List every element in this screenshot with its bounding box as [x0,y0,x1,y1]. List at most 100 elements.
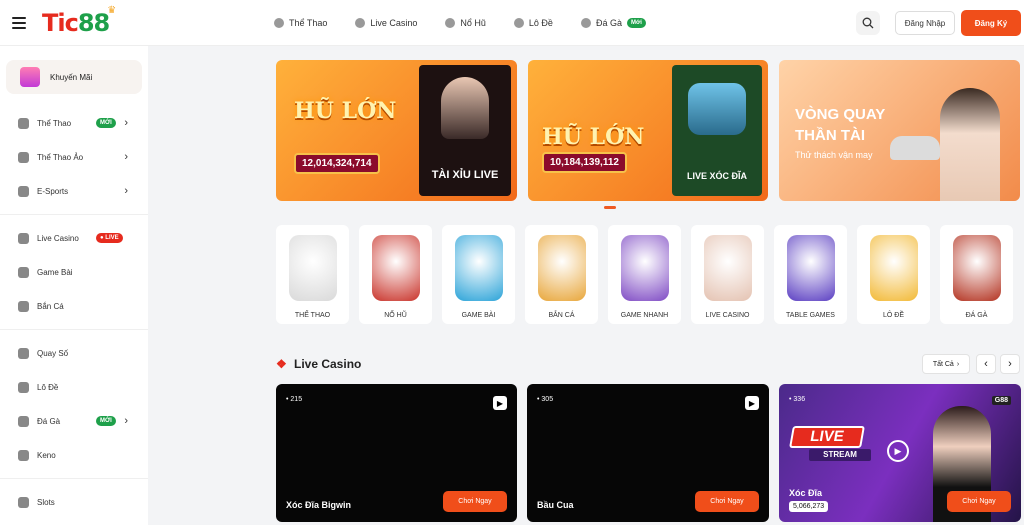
banner-title-line2: THẦN TÀI [795,127,865,144]
nav-label: Lô Đề [528,18,553,28]
category-tile[interactable]: ĐÁ GÀ [940,225,1013,324]
category-label: LÔ ĐỀ [882,312,904,319]
nav-label: Live Casino [370,18,418,28]
category-label: GAME NHANH [620,312,669,319]
login-button[interactable]: Đăng Nhập [895,11,955,35]
category-label: BẮN CÁ [548,312,575,319]
site-logo[interactable]: Tic88 ♛ [42,5,116,37]
category-tile[interactable]: BẮN CÁ [525,225,598,324]
sidebar-group-lottery: Quay Số Lô Đề Đá Gà MỚI › Keno [0,330,148,479]
player-count-value: 336 [793,396,806,403]
nav-item-the-thao[interactable]: Thể Thao [274,18,327,28]
cards-icon [355,18,366,28]
play-now-button[interactable]: Chơi Ngay [443,491,507,512]
stream-logo-text: STREAM [809,449,871,461]
jackpot-banner-xoc-dia[interactable]: HŨ LỚN 10,184,139,112 LIVE XÓC ĐĨA [528,60,768,201]
gift-icon [20,67,40,87]
sidebar-group-slots: Slots [0,479,148,525]
sidebar: Khuyến Mãi Thể Thao MỚI › Thể Thao Ảo › E-S… [0,46,148,525]
banner-title-line1: VÒNG QUAY [795,106,886,123]
top-nav: Thể Thao Live Casino Nổ Hũ Lô Đề Đá Gà Mớ… [274,0,674,46]
sidebar-item-da-ga[interactable]: Đá Gà MỚI › [0,404,148,438]
search-button[interactable] [856,11,880,35]
nav-item-da-ga[interactable]: Đá Gà Mới [580,18,646,28]
chevron-right-icon: › [1008,358,1012,370]
sidebar-item-ban-ca[interactable]: Bắn Cá [0,289,148,323]
category-image [953,235,1001,301]
chevron-right-icon: › [124,415,128,427]
card-game-icon [18,266,29,278]
promo-label: Khuyến Mãi [50,72,93,82]
category-tile[interactable]: GAME NHANH [608,225,681,324]
category-tile[interactable]: NỔ HŨ [359,225,432,324]
category-tile[interactable]: THỂ THAO [276,225,349,324]
sidebar-item-the-thao[interactable]: Thể Thao MỚI › [0,106,148,140]
game-name: Bầu Cua [537,500,574,510]
player-count: • 305 [537,396,554,403]
live-game-card[interactable]: • 305 ▶ Bầu Cua Chơi Ngay [527,384,769,522]
play-now-button[interactable]: Chơi Ngay [947,491,1011,512]
sidebar-item-keno[interactable]: Keno [0,438,148,472]
category-image [870,235,918,301]
lottery-ball-icon [18,347,29,359]
sidebar-item-lo-de[interactable]: Lô Đề [0,370,148,404]
banner-game-tile: TÀI XỈU LIVE [419,65,511,196]
nav-label: Nổ Hũ [460,18,486,28]
keno-icon [18,449,29,461]
banner-title: HŨ LỚN [542,124,645,150]
carousel-prev-button[interactable]: ‹ [976,354,996,374]
category-label: NỔ HŨ [384,312,407,319]
nav-label: Đá Gà [595,18,622,28]
nav-item-live-casino[interactable]: Live Casino [355,18,417,28]
sidebar-item-label: Thể Thao Ảo [37,152,84,162]
dealer-image [441,77,489,139]
sidebar-item-label: Quay Số [37,348,69,358]
video-play-icon[interactable]: ▶ [493,396,507,410]
chevron-left-icon: ‹ [984,358,988,370]
lottery-icon [18,381,29,393]
register-button[interactable]: Đăng Ký [961,10,1021,36]
live-game-card[interactable]: • 215 ▶ Xóc Đĩa Bigwin Chơi Ngay [276,384,517,522]
see-all-button[interactable]: Tất Cả › [922,354,970,374]
carousel-indicator[interactable] [604,206,616,209]
category-label: THỂ THAO [294,312,331,319]
sidebar-promo[interactable]: Khuyến Mãi [6,60,142,94]
lucky-wheel-banner[interactable]: VÒNG QUAY THẦN TÀI Thử thách vận may [779,60,1020,201]
car-image [890,136,940,160]
carousel-next-button[interactable]: › [1000,354,1020,374]
sidebar-group-sports: Thể Thao MỚI › Thể Thao Ảo › E-Sports › [0,100,148,215]
jackpot-banner-tai-xiu[interactable]: HŨ LỚN 12,014,324,714 TÀI XỈU LIVE [276,60,517,201]
category-label: GAME BÀI [461,312,496,319]
chevron-right-icon: › [124,151,128,163]
nav-item-lo-de[interactable]: Lô Đề [513,18,553,28]
banner-game-tile: LIVE XÓC ĐĨA [672,65,762,196]
banner-subtitle: Thử thách vận may [795,150,873,160]
sidebar-item-game-bai[interactable]: Game Bài [0,255,148,289]
section-title-text: Live Casino [294,357,362,371]
play-now-button[interactable]: Chơi Ngay [695,491,759,512]
carousel-dot-active[interactable] [604,206,616,209]
mascot-image [688,83,746,135]
game-name: Xóc Đĩa [789,488,823,498]
sidebar-item-label: Keno [37,450,56,460]
live-stream-logo: LIVE STREAM [789,426,871,462]
sidebar-item-label: E-Sports [37,186,69,196]
category-tile[interactable]: LÔ ĐỀ [857,225,930,324]
new-badge: MỚI [96,118,116,128]
live-game-card[interactable]: • 336 G88 LIVE STREAM ▶ Xóc Đĩa 5,066,27… [779,384,1021,522]
sidebar-item-live-casino[interactable]: Live Casino ● LIVE [0,221,148,255]
video-play-icon[interactable]: ▶ [745,396,759,410]
chevron-right-icon: › [124,117,128,129]
category-tile[interactable]: LIVE CASINO [691,225,764,324]
sidebar-item-quay-so[interactable]: Quay Số [0,336,148,370]
tile-label: LIVE XÓC ĐĨA [686,171,747,181]
category-tile[interactable]: GAME BÀI [442,225,515,324]
sidebar-item-esports[interactable]: E-Sports › [0,174,148,208]
sidebar-item-slots[interactable]: Slots [0,485,148,519]
hamburger-menu-icon[interactable] [12,12,34,34]
category-label: ĐÁ GÀ [965,312,988,319]
play-circle-icon[interactable]: ▶ [887,440,909,462]
nav-item-no-hu[interactable]: Nổ Hũ [445,18,486,28]
sidebar-item-the-thao-ao[interactable]: Thể Thao Ảo › [0,140,148,174]
category-tile[interactable]: TABLE GAMES [774,225,847,324]
